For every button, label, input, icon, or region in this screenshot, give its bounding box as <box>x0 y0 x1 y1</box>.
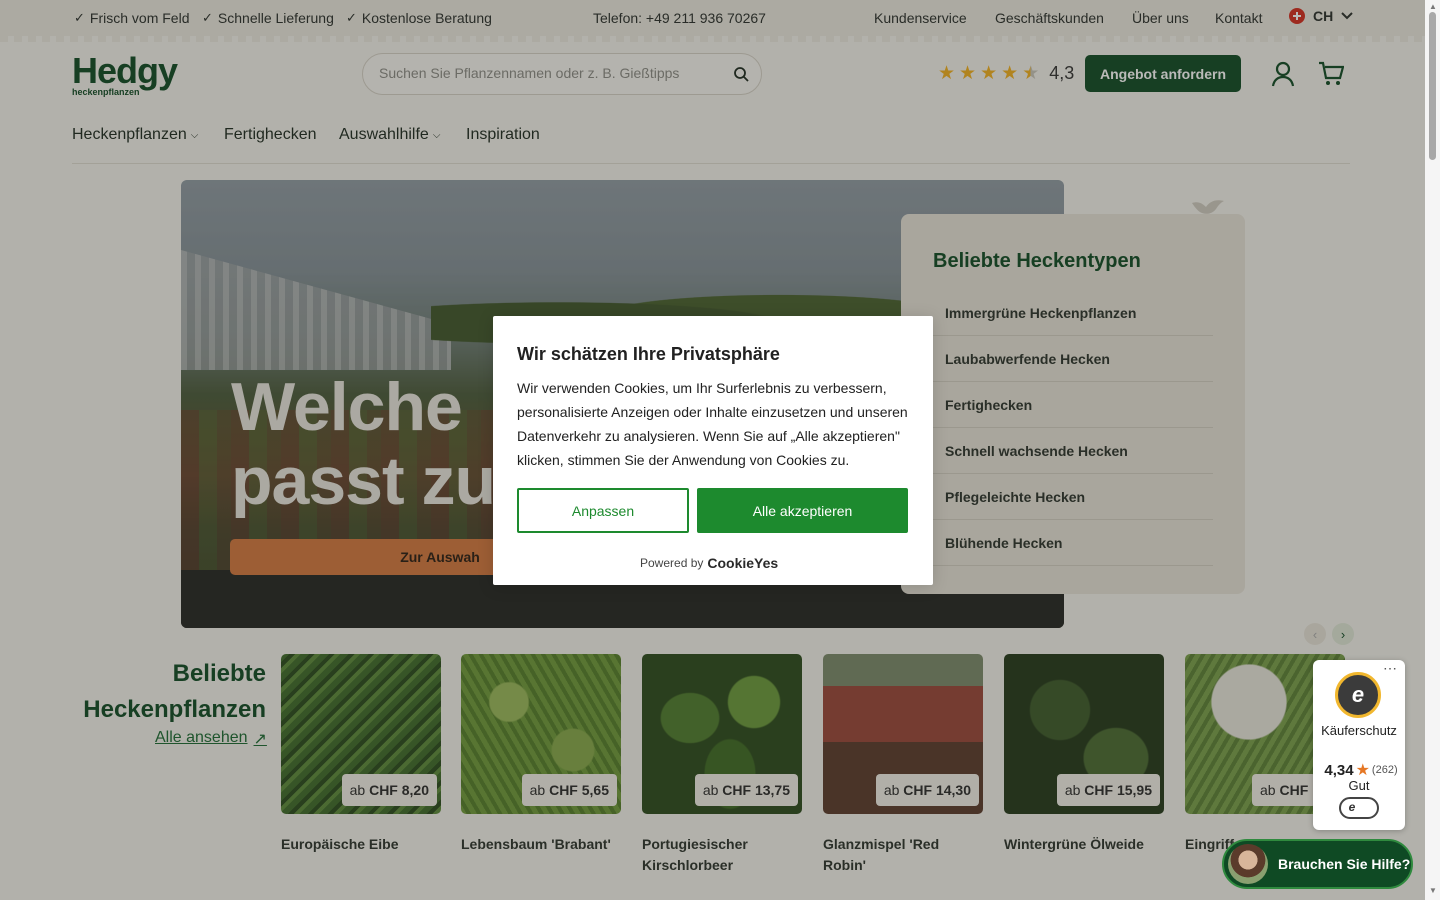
scroll-down-icon[interactable]: ▼ <box>1429 886 1437 895</box>
trust-toggle[interactable]: e <box>1339 797 1379 819</box>
trusted-shops-e-icon: e <box>1348 800 1356 814</box>
cookie-title: Wir schätzen Ihre Privatsphäre <box>517 344 780 364</box>
cookie-body: Wir verwenden Cookies, um Ihr Surferlebn… <box>517 380 908 468</box>
page-scrollbar[interactable]: ▲ ▼ <box>1425 0 1440 900</box>
trusted-shops-seal-icon: e <box>1335 672 1381 718</box>
cookie-consent-dialog: Wir schätzen Ihre Privatsphäre Wir verwe… <box>493 316 933 585</box>
trust-score: 4,34 ★ (262) <box>1324 761 1398 780</box>
cookie-customize-button[interactable]: Anpassen <box>517 488 689 533</box>
scrollbar-thumb[interactable] <box>1429 12 1436 160</box>
trusted-shops-badge[interactable]: ⋯ e Käuferschutz 4,34 ★ (262) Gut e <box>1313 660 1405 830</box>
help-chat-button[interactable]: Brauchen Sie Hilfe? <box>1222 839 1413 889</box>
buyer-protection-label: Käuferschutz <box>1321 723 1397 738</box>
cookie-powered-by[interactable]: Powered by CookieYes <box>640 555 778 571</box>
scroll-up-icon[interactable]: ▲ <box>1429 2 1437 11</box>
trust-grade: Gut <box>1348 778 1370 793</box>
star-icon: ★ <box>1355 762 1370 779</box>
support-avatar <box>1228 844 1268 884</box>
cookieyes-logo: CookieYes <box>707 555 779 571</box>
more-options-icon[interactable]: ⋯ <box>1383 660 1397 677</box>
cookie-accept-all-button[interactable]: Alle akzeptieren <box>697 488 908 533</box>
